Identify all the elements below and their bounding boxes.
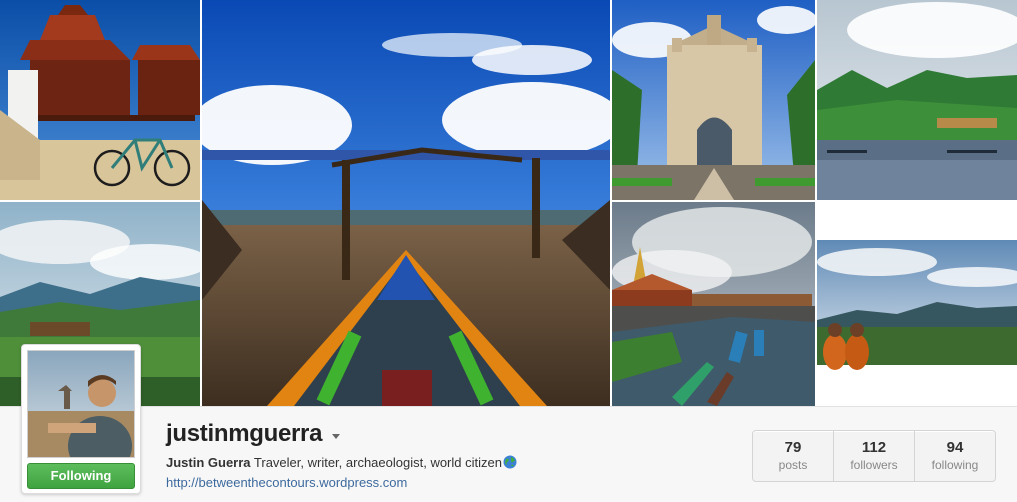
photo-mountain-lake[interactable] [817,0,1017,200]
profile-username: justinmguerra [166,420,323,447]
photo-monastery-bicycle[interactable] [0,0,200,200]
profile-website-link[interactable]: http://betweenthecontours.wordpress.com [166,475,407,490]
profile-stats: 79 posts 112 followers 94 following [752,430,996,482]
profile-full-name: Justin Guerra [166,455,251,470]
stat-posts-count: 79 [784,439,802,456]
stat-followers-label: followers [850,458,898,472]
photo-pagoda-lakeside[interactable] [612,202,815,406]
caret-down-icon[interactable] [332,433,341,439]
photo-longtail-boat-canal[interactable] [202,0,610,406]
username-row: justinmguerra [166,420,341,448]
stat-followers[interactable]: 112 followers [834,431,915,481]
photo-patuxai-monument[interactable] [612,0,815,200]
profile-bio: Justin Guerra Traveler, writer, archaeol… [166,455,517,470]
bio-text: Traveler, writer, archaeologist, world c… [250,455,502,470]
stat-following-label: following [931,458,979,472]
profile-avatar-card: Following [21,344,141,494]
stat-posts-label: posts [778,458,808,472]
photo-monks-valley[interactable] [817,202,1017,406]
stat-followers-count: 112 [861,439,887,456]
stat-following[interactable]: 94 following [915,431,995,481]
stat-following-count: 94 [946,439,964,456]
stat-posts[interactable]: 79 posts [753,431,834,481]
following-button[interactable]: Following [27,463,135,489]
globe-emoji-icon [503,455,517,469]
cover-photo-mosaic [0,0,1017,406]
avatar[interactable] [27,350,135,458]
